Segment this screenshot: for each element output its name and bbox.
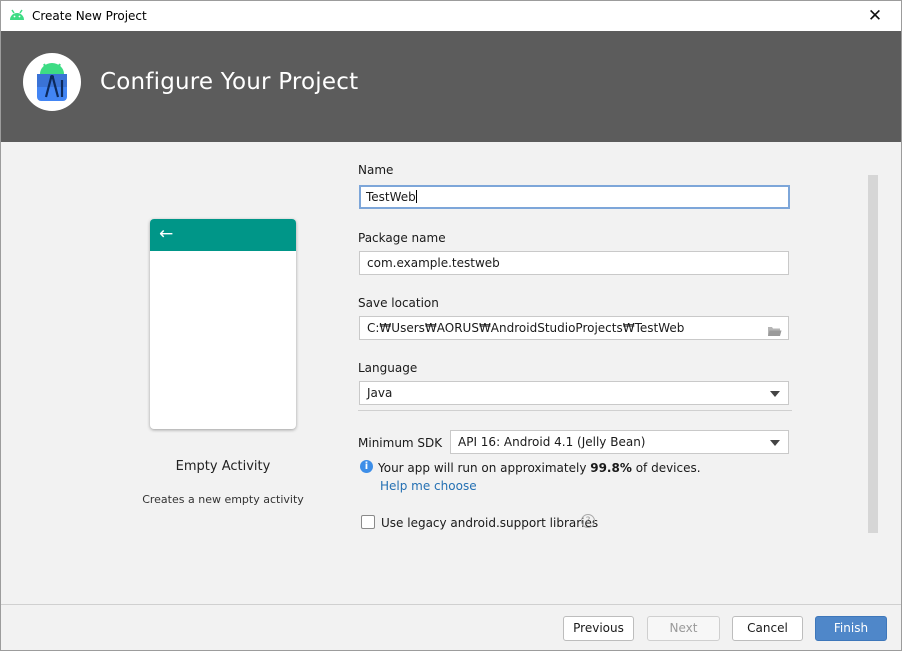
folder-icon[interactable] <box>767 322 782 339</box>
create-project-dialog: Create New Project ✕ Configure Your Proj… <box>0 0 902 651</box>
coverage-suffix: of devices. <box>631 461 701 475</box>
template-name: Empty Activity <box>175 459 271 474</box>
language-select[interactable]: Java <box>359 381 789 405</box>
footer-divider <box>1 604 901 605</box>
package-name-label: Package name <box>358 231 446 245</box>
page-title: Configure Your Project <box>100 69 359 95</box>
chevron-down-icon <box>770 440 780 446</box>
finish-button[interactable]: Finish <box>815 616 887 641</box>
next-button[interactable]: Next <box>647 616 720 641</box>
save-location-input[interactable]: C:₩Users₩AORUS₩AndroidStudioProjects₩Tes… <box>359 316 789 340</box>
divider <box>358 410 792 411</box>
text-caret <box>415 190 417 203</box>
header-banner: Configure Your Project <box>1 31 901 142</box>
info-icon: i <box>360 460 373 473</box>
coverage-percent: 99.8% <box>590 461 632 475</box>
title-bar: Create New Project ✕ <box>1 1 901 31</box>
minimum-sdk-select[interactable]: API 16: Android 4.1 (Jelly Bean) <box>450 430 789 454</box>
previous-button[interactable]: Previous <box>563 616 634 641</box>
save-location-value: C:₩Users₩AORUS₩AndroidStudioProjects₩Tes… <box>367 321 685 335</box>
minimum-sdk-value: API 16: Android 4.1 (Jelly Bean) <box>458 435 646 449</box>
activity-preview: ← <box>150 219 296 429</box>
language-value: Java <box>367 386 393 400</box>
cancel-button[interactable]: Cancel <box>732 616 803 641</box>
legacy-support-checkbox[interactable] <box>361 515 375 529</box>
back-arrow-icon: ← <box>159 224 174 244</box>
template-description: Creates a new empty activity <box>142 493 304 506</box>
android-studio-logo <box>23 53 81 111</box>
legacy-support-label[interactable]: Use legacy android.support libraries <box>381 516 598 530</box>
help-me-choose-link[interactable]: Help me choose <box>380 479 477 493</box>
minimum-sdk-label: Minimum SDK <box>358 436 443 450</box>
window-title: Create New Project <box>32 9 147 23</box>
name-label: Name <box>358 163 394 177</box>
language-label: Language <box>358 361 418 375</box>
close-icon[interactable]: ✕ <box>857 4 893 28</box>
coverage-prefix: Your app will run on approximately <box>378 461 591 475</box>
help-icon[interactable]: ? <box>581 514 595 528</box>
name-value: TestWeb <box>366 190 416 204</box>
preview-app-bar: ← <box>150 219 296 251</box>
name-input[interactable]: TestWeb <box>359 185 790 209</box>
chevron-down-icon <box>770 391 780 397</box>
package-name-input[interactable]: com.example.testweb <box>359 251 789 275</box>
scrollbar[interactable] <box>868 175 878 533</box>
device-coverage-text: Your app will run on approximately 99.8%… <box>378 461 701 475</box>
save-location-label: Save location <box>358 296 439 310</box>
android-icon <box>9 9 25 24</box>
